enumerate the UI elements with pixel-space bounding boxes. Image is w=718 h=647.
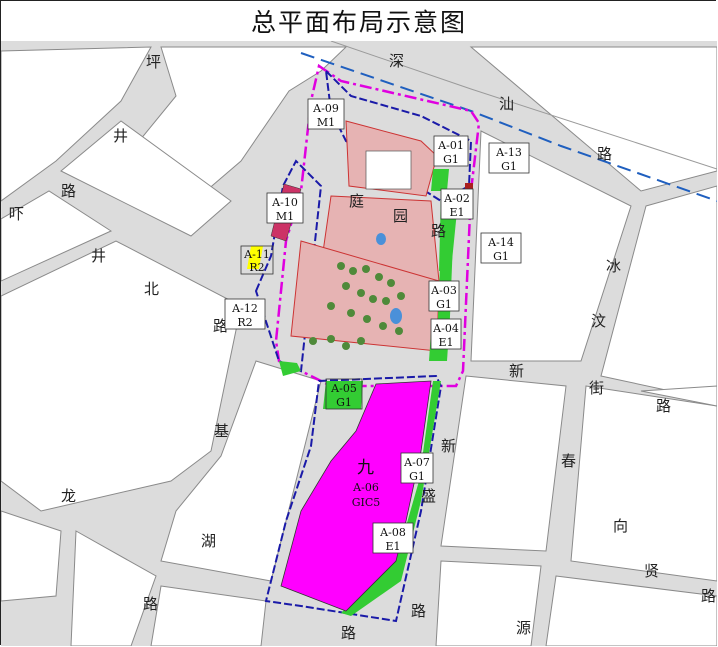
marker-a13 (465, 183, 473, 189)
plot-label-a10: A-10 M1 (266, 192, 304, 224)
map-title: 总平面布局示意图 (250, 8, 467, 37)
road-label-shan: 汕 (499, 95, 514, 113)
svg-text:A-11: A-11 (243, 248, 270, 261)
green-plot-a01 (431, 169, 449, 191)
pond (390, 308, 402, 324)
svg-text:R2: R2 (249, 261, 264, 274)
svg-text:G1: G1 (409, 470, 425, 483)
road-label-lu4: 路 (431, 222, 446, 240)
svg-text:A-07: A-07 (403, 456, 430, 469)
road-label-bing: 冰 (606, 257, 621, 275)
plot-label-a09: A-09 M1 (307, 98, 345, 130)
road-label-lu2: 路 (61, 182, 76, 200)
road-label-lu6: 路 (411, 602, 426, 620)
road-label-ji: 基 (214, 422, 229, 440)
site-plan-map: 深 汕 路 坪 井 路 吓 井 北 路 庭 园 路 新 街 路 冰 汶 新 盛 … (1, 41, 717, 646)
svg-text:A-08: A-08 (379, 526, 406, 539)
svg-text:A-04: A-04 (432, 322, 459, 335)
svg-text:A-09: A-09 (312, 102, 339, 115)
road-label-wen: 汶 (591, 312, 606, 330)
svg-text:GIC5: GIC5 (352, 496, 381, 509)
block-se-2 (570, 385, 717, 582)
road-label-shen: 深 (389, 52, 404, 70)
svg-text:A-05: A-05 (330, 382, 357, 395)
svg-text:G1: G1 (443, 153, 459, 166)
road-label-jing2: 井 (91, 247, 106, 265)
road-label-ting: 庭 (349, 192, 364, 210)
plot-label-a08: A-08 E1 (372, 522, 414, 554)
svg-text:A-14: A-14 (487, 236, 514, 249)
svg-text:A-03: A-03 (430, 284, 457, 297)
plot-label-a07: A-07 G1 (400, 452, 434, 484)
svg-text:G1: G1 (336, 396, 352, 409)
road-label-jie: 街 (589, 379, 604, 397)
road-label-chun: 春 (561, 452, 576, 470)
svg-text:G1: G1 (436, 298, 452, 311)
plot-label-a14: A-14 G1 (480, 232, 522, 264)
title-bar: 总平面布局示意图 (1, 1, 717, 42)
svg-text:E1: E1 (449, 206, 464, 219)
road-label-sheng: 盛 (421, 487, 436, 505)
road-label-jing: 井 (113, 127, 128, 145)
road-label-xia: 吓 (9, 205, 24, 223)
road-label-bei: 北 (144, 280, 159, 298)
svg-text:M1: M1 (276, 210, 294, 223)
svg-text:G1: G1 (493, 250, 509, 263)
plot-label-a13: A-13 G1 (488, 142, 530, 174)
svg-text:G1: G1 (501, 160, 517, 173)
plot-label-a02: A-02 E1 (440, 188, 474, 220)
block-mark: 九 (357, 458, 374, 478)
svg-text:A-10: A-10 (271, 196, 298, 209)
road-label-xin: 新 (509, 362, 524, 380)
svg-text:A-13: A-13 (495, 146, 522, 159)
svg-text:A-06: A-06 (352, 481, 379, 494)
svg-text:M1: M1 (317, 116, 335, 129)
parcel-a01-core (365, 150, 412, 190)
plot-label-a01: A-01 G1 (433, 135, 469, 167)
svg-text:A-12: A-12 (231, 302, 258, 315)
road-label-yuan2: 源 (516, 619, 531, 637)
svg-text:A-01: A-01 (437, 139, 464, 152)
pond-north (376, 233, 386, 245)
plot-label-a12: A-12 R2 (224, 298, 266, 330)
svg-text:A-02: A-02 (443, 192, 470, 205)
road-label-lu7: 路 (143, 595, 158, 613)
road-label-ping: 坪 (146, 53, 161, 71)
plot-label-a03: A-03 G1 (428, 280, 460, 312)
road-label-long: 龙 (61, 487, 76, 505)
road-label-lu8: 路 (701, 587, 716, 605)
map-frame: 总平面布局示意图 深 汕 路 坪 井 路 吓 井 北 路 庭 园 路 新 街 路… (0, 0, 717, 646)
road-label-xian: 贤 (644, 562, 659, 580)
svg-text:R2: R2 (237, 316, 252, 329)
plot-label-a04: A-04 E1 (430, 318, 462, 350)
svg-text:E1: E1 (385, 540, 400, 553)
road-label-lu9: 路 (341, 624, 356, 642)
road-label-hu: 湖 (201, 532, 216, 550)
road-label-lu1: 路 (597, 145, 612, 163)
road-label-lu5: 路 (656, 397, 671, 415)
svg-text:E1: E1 (438, 336, 453, 349)
road-label-xin2: 新 (441, 437, 456, 455)
road-label-yuan: 园 (393, 207, 408, 225)
road-label-xiang: 向 (613, 517, 628, 535)
